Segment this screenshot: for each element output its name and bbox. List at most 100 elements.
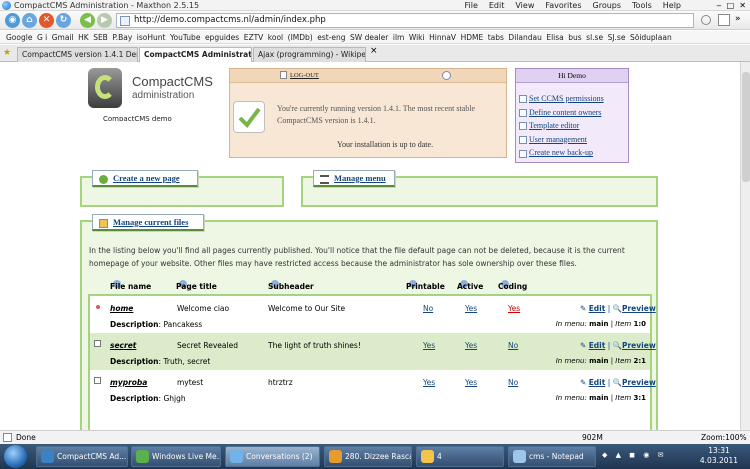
home-icon[interactable]: ⌂ [22, 13, 37, 28]
printable-toggle[interactable]: No [423, 304, 433, 313]
tab-compactcms-demo[interactable]: CompactCMS version 1.4.1 Demo... [17, 47, 138, 62]
bookmark-item[interactable]: Google [6, 33, 32, 42]
system-clock[interactable]: 13:31 4.03.2011 [690, 446, 748, 467]
admin-link-backup[interactable]: Create new back-up [519, 148, 604, 162]
menu-groups[interactable]: Groups [593, 0, 622, 11]
active-toggle[interactable]: Yes [465, 341, 477, 350]
bookmark-item[interactable]: kool [268, 33, 283, 42]
permissions-link[interactable]: Set CCMS permissions [529, 94, 604, 103]
coding-toggle[interactable]: Yes [508, 304, 520, 313]
menu-favorites[interactable]: Favorites [545, 0, 581, 11]
coding-toggle[interactable]: No [508, 341, 518, 350]
vertical-scrollbar[interactable] [740, 62, 750, 430]
menu-edit[interactable]: Edit [489, 0, 505, 11]
refresh-icon[interactable]: ↻ [56, 13, 71, 28]
preview-icon[interactable]: 🔍 [613, 378, 622, 387]
tab-ajax-wikipedia[interactable]: Ajax (programming) - Wikipedia, ... [253, 47, 366, 62]
logout-link[interactable]: Log-out [290, 72, 319, 79]
edit-link[interactable]: Edit [589, 341, 606, 350]
minimize-icon[interactable]: ‒ [716, 1, 721, 10]
manage-menu-link[interactable]: Manage menu [334, 173, 386, 183]
task-folder[interactable]: 4 [416, 446, 504, 467]
row-checkbox[interactable] [94, 340, 101, 347]
system-tray-icons[interactable]: ◆ ▲ ◼ ◉ ✉ [602, 451, 686, 461]
admin-link-users[interactable]: User management [519, 135, 604, 149]
forward-icon[interactable]: ▶ [97, 13, 112, 28]
bookmark-item[interactable]: bus [568, 33, 581, 42]
printable-toggle[interactable]: Yes [423, 341, 435, 350]
refresh-version-icon[interactable] [442, 71, 451, 80]
page-menu-icon[interactable] [718, 14, 730, 26]
active-toggle[interactable]: Yes [465, 304, 477, 313]
preview-icon[interactable]: 🔍 [613, 304, 622, 313]
menu-file[interactable]: File [464, 0, 477, 11]
bookmark-item[interactable]: Sõiduplaan [630, 33, 672, 42]
admin-link-owners[interactable]: Define content owners [519, 108, 604, 122]
overflow-icon[interactable]: » [735, 14, 741, 24]
manage-files-tab[interactable]: Manage current files [92, 214, 204, 231]
task-music[interactable]: 280. Dizzee Rascal... [324, 446, 412, 467]
bookmark-item[interactable]: tabs [488, 33, 504, 42]
menu-view[interactable]: View [515, 0, 534, 11]
bookmark-item[interactable]: P.Bay [112, 33, 132, 42]
edit-link[interactable]: Edit [589, 304, 606, 313]
menu-tools[interactable]: Tools [632, 0, 652, 11]
task-windows-live[interactable]: Windows Live Me... [131, 446, 221, 467]
bookmark-item[interactable]: SW dealer [350, 33, 388, 42]
bookmark-item[interactable]: Gmail [52, 33, 74, 42]
file-name[interactable]: home [110, 304, 133, 313]
maxthon-menu-icon[interactable]: ◉ [5, 13, 20, 28]
address-bar[interactable]: http://demo.compactcms.nl/admin/index.ph… [116, 13, 694, 28]
bookmark-item[interactable]: Dilandau [508, 33, 541, 42]
bookmark-item[interactable]: sl.se [586, 33, 603, 42]
file-name[interactable]: myproba [110, 378, 147, 387]
bookmark-item[interactable]: Elisa [546, 33, 563, 42]
preview-link[interactable]: Preview [622, 378, 656, 387]
maximize-icon[interactable]: □ [727, 1, 735, 10]
template-link[interactable]: Template editor [529, 121, 579, 130]
active-toggle[interactable]: Yes [465, 378, 477, 387]
admin-link-template[interactable]: Template editor [519, 121, 604, 135]
edit-icon[interactable]: ✎ [580, 378, 586, 387]
tab-compactcms-admin[interactable]: CompactCMS Administration [139, 47, 252, 62]
menu-help[interactable]: Help [663, 0, 681, 11]
bookmark-item[interactable]: EZTV [244, 33, 264, 42]
edit-icon[interactable]: ✎ [580, 341, 586, 350]
bookmark-item[interactable]: Wiki [409, 33, 425, 42]
row-checkbox[interactable] [94, 377, 101, 384]
create-page-link[interactable]: Create a new page [113, 173, 180, 183]
coding-toggle[interactable]: No [508, 378, 518, 387]
settings-icon[interactable] [701, 15, 711, 25]
file-name[interactable]: secret [110, 341, 136, 350]
close-tab-icon[interactable]: × [370, 46, 378, 56]
task-conversations[interactable]: Conversations (2) [225, 446, 320, 467]
bookmark-item[interactable]: ilm [393, 33, 404, 42]
favorites-star-icon[interactable]: ★ [3, 48, 11, 58]
admin-link-permissions[interactable]: Set CCMS permissions [519, 94, 604, 108]
create-page-tab[interactable]: Create a new page [92, 170, 198, 187]
bookmark-item[interactable]: epguides [205, 33, 239, 42]
bookmark-item[interactable]: HK [78, 33, 89, 42]
back-icon[interactable]: ◀ [80, 13, 95, 28]
bookmark-item[interactable]: HinnaV [429, 33, 456, 42]
start-button[interactable] [4, 445, 27, 468]
bookmark-item[interactable]: SJ.se [608, 33, 626, 42]
bookmark-item[interactable]: YouTube [170, 33, 201, 42]
stop-icon[interactable]: ✕ [39, 13, 54, 28]
owners-link[interactable]: Define content owners [529, 108, 601, 117]
bookmark-item[interactable]: isoHunt [137, 33, 166, 42]
edit-link[interactable]: Edit [589, 378, 606, 387]
manage-menu-tab[interactable]: Manage menu [313, 170, 395, 187]
edit-icon[interactable]: ✎ [580, 304, 586, 313]
close-icon[interactable]: ✕ [739, 1, 746, 10]
bookmark-item[interactable]: (IMDb) [288, 33, 313, 42]
printable-toggle[interactable]: Yes [423, 378, 435, 387]
task-compactcms[interactable]: CompactCMS Ad... [36, 446, 128, 467]
task-notepad[interactable]: cms - Notepad [508, 446, 596, 467]
preview-link[interactable]: Preview [622, 304, 656, 313]
users-link[interactable]: User management [529, 135, 587, 144]
preview-icon[interactable]: 🔍 [613, 341, 622, 350]
preview-link[interactable]: Preview [622, 341, 656, 350]
bookmark-item[interactable]: G i [37, 33, 47, 42]
memory-usage[interactable]: 902M [582, 431, 603, 444]
